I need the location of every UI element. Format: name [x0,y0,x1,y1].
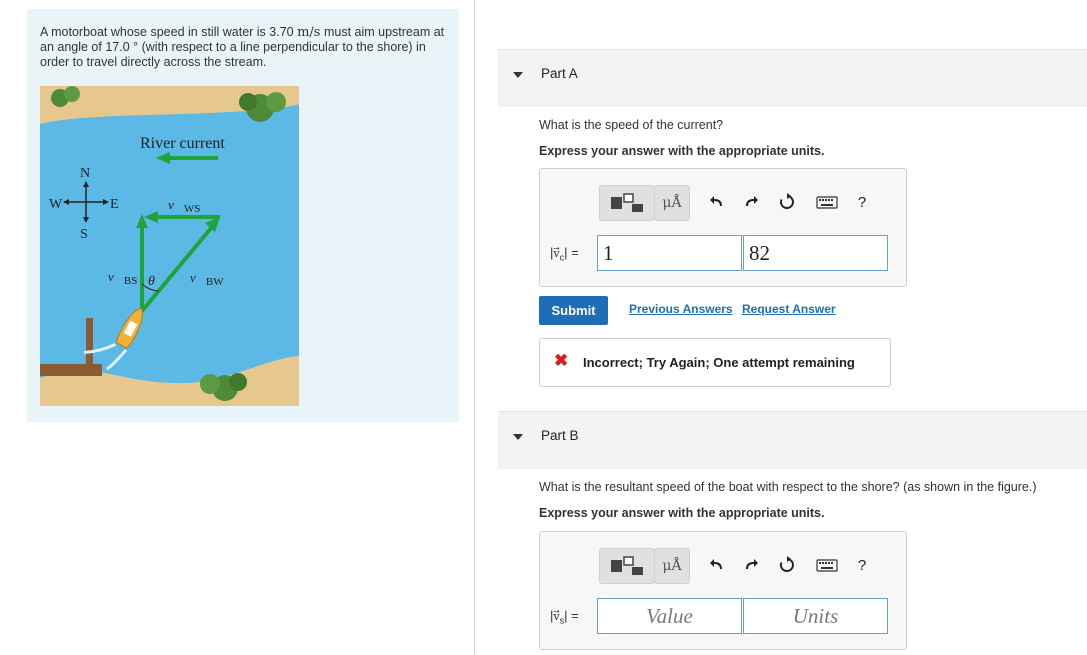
reset-icon[interactable] [776,548,798,582]
collapse-caret-icon[interactable] [513,434,523,440]
problem-statement: A motorboat whose speed in still water i… [40,25,450,70]
part-a-instruction: Express your answer with the appropriate… [539,144,825,158]
river-current-label: River current [140,135,225,152]
part-b-title: Part B [541,428,579,443]
part-b-question: What is the resultant speed of the boat … [539,480,1037,494]
collapse-caret-icon[interactable] [513,72,523,78]
part-a-input-label: |v⃗c| = [550,245,579,263]
templates-icon [611,193,643,212]
reset-icon[interactable] [776,185,798,219]
part-a-toolbar: μÅ ? [599,185,899,221]
units-button[interactable]: μÅ [654,185,690,221]
templates-button[interactable] [599,548,655,584]
part-b-toolbar: μÅ ? [599,548,899,584]
help-button[interactable]: ? [851,548,873,582]
keyboard-icon[interactable] [812,185,842,219]
part-a-question: What is the speed of the current? [539,118,724,132]
help-button[interactable]: ? [851,185,873,219]
incorrect-x-icon: ✖ [554,351,569,370]
undo-icon[interactable] [706,548,728,582]
part-a-answer-box: μÅ ? |v⃗c| = 1 82 [539,168,907,287]
problem-text-part1: A motorboat whose speed in still water i… [40,25,298,39]
keyboard-icon[interactable] [812,548,842,582]
redo-icon[interactable] [740,185,762,219]
request-answer-link[interactable]: Request Answer [742,302,836,316]
compass-n: N [80,166,90,181]
part-a-title: Part A [541,66,578,81]
theta-label: θ [148,274,155,289]
part-a-header[interactable]: Part A [498,49,1087,107]
compass-e: E [110,197,119,212]
submit-button[interactable]: Submit [539,296,608,325]
units-input[interactable]: 82 [743,235,888,271]
value-input[interactable]: Value [597,598,742,634]
panel-divider [474,0,475,655]
river-figure: River current N S W E v⃗WS v⃗BS v⃗BW θ [40,86,299,406]
templates-button[interactable] [599,185,655,221]
compass-s: S [80,227,88,242]
part-b-answer-box: μÅ ? |v⃗s| = Value Units [539,531,907,650]
feedback-text: Incorrect; Try Again; One attempt remain… [583,355,855,370]
part-b-header[interactable]: Part B [498,411,1087,469]
previous-answers-link[interactable]: Previous Answers [629,302,733,316]
part-b-instruction: Express your answer with the appropriate… [539,506,825,520]
value-input[interactable]: 1 [597,235,742,271]
dock-post [86,318,93,366]
units-button[interactable]: μÅ [654,548,690,584]
undo-icon[interactable] [706,185,728,219]
compass-w: W [49,197,63,212]
units-input[interactable]: Units [743,598,888,634]
part-b-input-label: |v⃗s| = [550,608,579,626]
problem-unit: m/s [297,25,321,40]
templates-icon [611,556,643,575]
redo-icon[interactable] [740,548,762,582]
problem-panel: A motorboat whose speed in still water i… [27,9,459,422]
feedback-message: ✖ Incorrect; Try Again; One attempt rema… [539,338,891,387]
